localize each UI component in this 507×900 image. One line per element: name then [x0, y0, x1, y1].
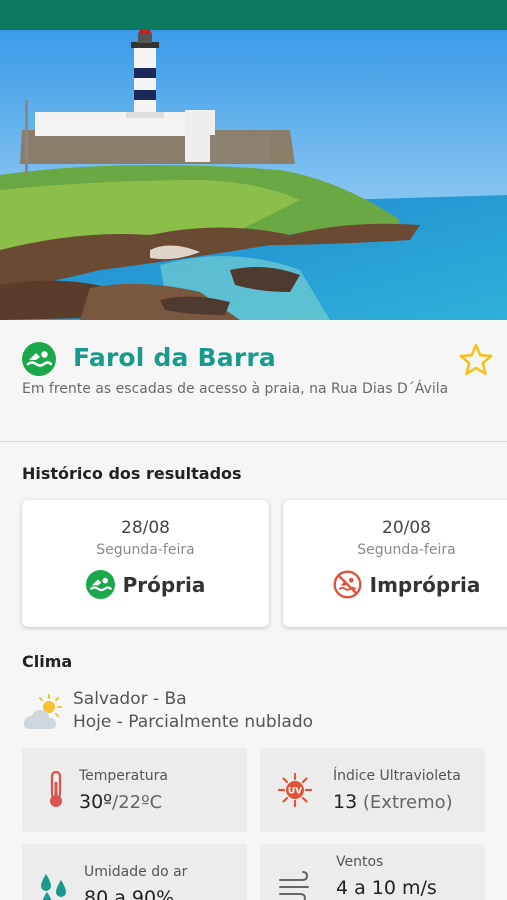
wind-label: Ventos	[336, 854, 384, 870]
result-day: Segunda-feira	[96, 542, 195, 558]
forecast-text: Hoje - Parcialmente nublado	[73, 712, 314, 732]
uv-value: 13 (Extremo)	[333, 791, 453, 813]
result-card[interactable]: 28/08 Segunda-feira Própria	[22, 500, 269, 627]
beach-title: Farol da Barra	[73, 343, 276, 372]
result-date: 20/08	[382, 518, 431, 538]
uv-index: 13	[333, 791, 358, 813]
swimmer-icon	[22, 342, 56, 376]
uv-label: Índice Ultravioleta	[333, 768, 461, 784]
history-title: Histórico dos resultados	[22, 464, 242, 483]
result-status-label: Imprópria	[369, 572, 481, 597]
water-drops-icon	[37, 866, 71, 900]
result-day: Segunda-feira	[357, 542, 456, 558]
city-name: Salvador - Ba	[73, 689, 187, 709]
temperature-card: Temperatura 30º/22ºC	[22, 748, 247, 832]
star-outline-icon[interactable]	[458, 342, 494, 378]
svg-text:UV: UV	[288, 787, 302, 797]
wind-card: Ventos 4 a 10 m/s	[260, 844, 485, 900]
humidity-label: Umidade do ar	[84, 864, 188, 880]
partly-cloudy-icon	[22, 693, 64, 733]
clima-title: Clima	[22, 652, 73, 671]
temperature-value: 30º/22ºC	[79, 791, 162, 813]
wind-icon	[278, 868, 312, 900]
no-swimming-icon	[333, 570, 362, 599]
uv-level: (Extremo)	[357, 792, 453, 813]
humidity-card: Umidade do ar 80 a 90%	[22, 844, 247, 900]
humidity-value: 80 a 90%	[84, 887, 175, 900]
result-status: Imprópria	[283, 570, 507, 599]
status-bar	[0, 0, 507, 30]
result-card[interactable]: 20/08 Segunda-feira Imprópria	[283, 500, 507, 627]
uv-sun-icon: UV	[277, 770, 313, 810]
result-status: Própria	[22, 570, 269, 599]
wind-value: 4 a 10 m/s	[336, 877, 437, 899]
result-status-label: Própria	[122, 572, 206, 597]
temperature-label: Temperatura	[79, 768, 168, 784]
temperature-max: 30º	[79, 791, 113, 813]
swimmer-icon	[85, 570, 115, 599]
thermometer-icon	[39, 770, 73, 810]
beach-location: Em frente as escadas de acesso à praia, …	[22, 381, 449, 397]
temperature-min: /22ºC	[112, 792, 163, 813]
result-date: 28/08	[121, 518, 170, 538]
beach-photo	[0, 30, 507, 320]
uv-card: UV Índice Ultravioleta 13 (Extremo)	[260, 748, 485, 832]
